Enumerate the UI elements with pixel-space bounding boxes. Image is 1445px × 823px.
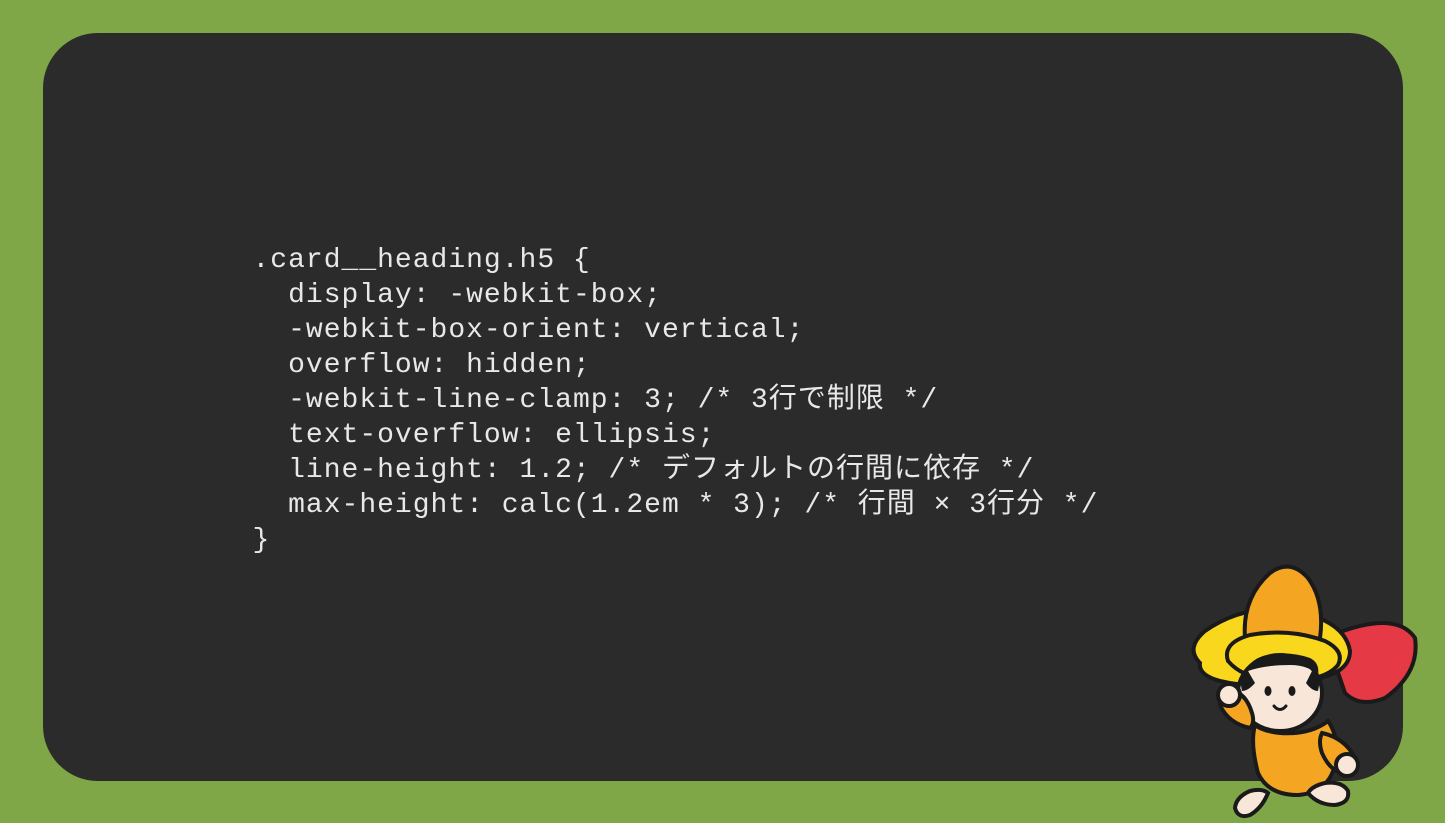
code-block: .card__heading.h5 { display: -webkit-box…: [253, 243, 1403, 558]
code-line: display: -webkit-box;: [253, 280, 662, 311]
code-line: text-overflow: ellipsis;: [253, 420, 716, 451]
mascot-character-icon: [1150, 543, 1430, 823]
code-line: .card__heading.h5 {: [253, 245, 591, 276]
code-line: -webkit-line-clamp: 3; /* 3行で制限 */: [253, 385, 939, 416]
code-line: overflow: hidden;: [253, 350, 591, 381]
code-line: }: [253, 525, 271, 556]
code-line: max-height: calc(1.2em * 3); /* 行間 × 3行分…: [253, 490, 1099, 521]
code-line: -webkit-box-orient: vertical;: [253, 315, 805, 346]
code-line: line-height: 1.2; /* デフォルトの行間に依存 */: [253, 455, 1035, 486]
